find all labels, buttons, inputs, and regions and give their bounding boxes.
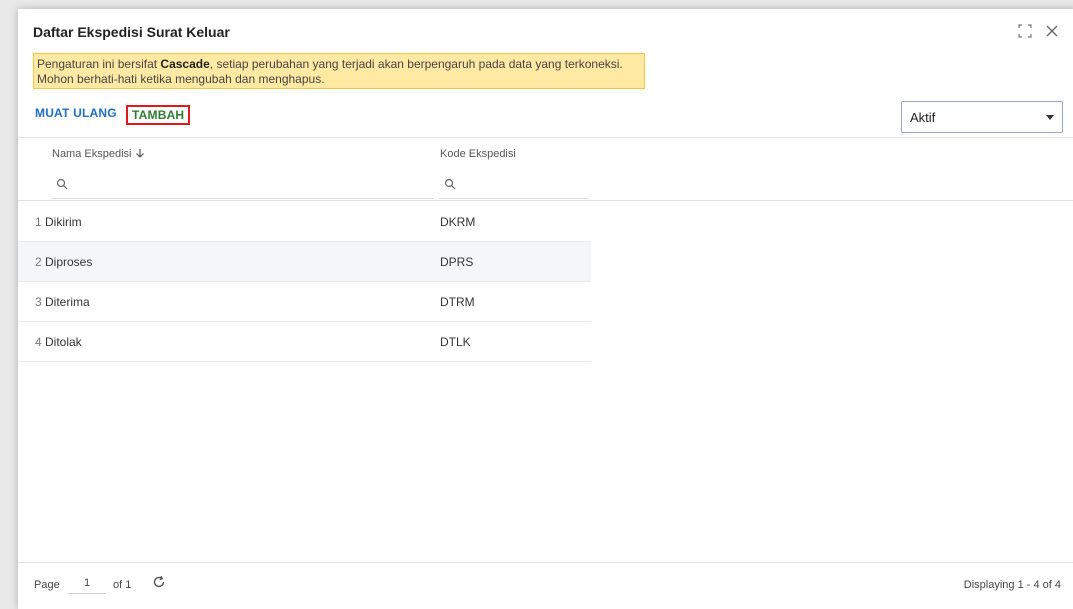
- close-icon[interactable]: [1045, 24, 1061, 40]
- page-label: Page: [34, 579, 60, 591]
- filter-code-input[interactable]: [439, 172, 589, 199]
- row-number: 4: [35, 335, 42, 349]
- row-code: DKRM: [440, 215, 476, 229]
- dialog-window: Daftar Ekspedisi Surat Keluar Pengaturan…: [18, 9, 1073, 609]
- toolbar-divider: [18, 137, 1073, 138]
- display-summary: Displaying 1 - 4 of 4: [963, 579, 1061, 591]
- search-icon: [444, 178, 456, 190]
- row-number: 2: [35, 255, 42, 269]
- status-select-value: Aktif: [910, 110, 936, 125]
- reload-button[interactable]: MUAT ULANG: [35, 106, 117, 120]
- row-name: Diproses: [45, 255, 93, 269]
- row-name: Dikirim: [45, 215, 82, 229]
- pagination-bar: Page 1 of 1 Displaying 1 - 4 of 4: [18, 562, 1073, 599]
- row-code: DPRS: [440, 255, 474, 269]
- row-code: DTLK: [440, 335, 471, 349]
- filter-name-input[interactable]: [51, 172, 434, 199]
- table-row[interactable]: 1 Dikirim DKRM: [18, 202, 591, 242]
- chevron-down-icon: [1046, 115, 1054, 120]
- page-number-input[interactable]: 1: [68, 577, 106, 594]
- notice-text-bold: Cascade: [160, 57, 210, 71]
- status-select[interactable]: Aktif: [901, 101, 1063, 133]
- cascade-warning-notice: Pengaturan ini bersifat Cascade, setiap …: [33, 53, 645, 89]
- notice-text-prefix: Pengaturan ini bersifat: [37, 57, 161, 71]
- notice-text-line2: Mohon berhati-hati ketika mengubah dan m…: [37, 72, 325, 86]
- row-number: 1: [35, 215, 42, 229]
- page-count-label: of 1: [113, 579, 132, 591]
- table-row[interactable]: 2 Diproses DPRS: [18, 242, 591, 282]
- search-icon: [56, 178, 68, 190]
- row-name: Ditolak: [45, 335, 82, 349]
- add-button[interactable]: TAMBAH: [126, 105, 191, 125]
- refresh-icon[interactable]: [152, 575, 166, 592]
- dialog-title: Daftar Ekspedisi Surat Keluar: [33, 24, 230, 40]
- notice-text-suffix: , setiap perubahan yang terjadi akan ber…: [209, 57, 623, 71]
- table-row[interactable]: 3 Diterima DTRM: [18, 282, 591, 322]
- row-number: 3: [35, 295, 42, 309]
- column-header-code[interactable]: Kode Ekspedisi: [440, 148, 516, 160]
- header-divider: [18, 200, 1073, 201]
- row-code: DTRM: [440, 295, 475, 309]
- arrow-down-icon: [135, 149, 144, 158]
- row-name: Diterima: [45, 295, 90, 309]
- table-row[interactable]: 4 Ditolak DTLK: [18, 322, 591, 362]
- maximize-icon[interactable]: [1018, 24, 1034, 40]
- column-header-name[interactable]: Nama Ekspedisi: [52, 148, 145, 160]
